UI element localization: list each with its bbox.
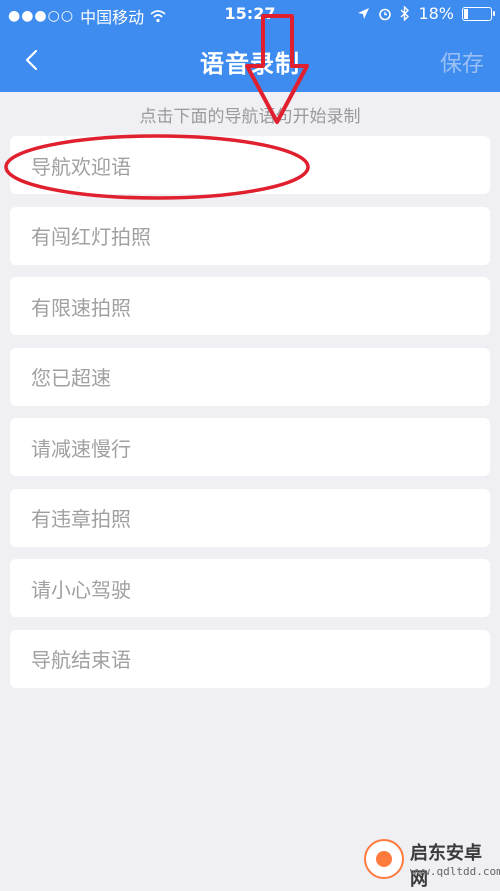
list-item-label: 您已超速 [31,366,111,390]
location-icon [358,8,370,19]
list-item-label: 导航欢迎语 [31,154,131,179]
alarm-icon [379,8,392,20]
list-item-red-light[interactable]: 有闯红灯拍照 [10,206,490,265]
watermark-logo-icon [364,839,404,879]
list-item-label: 有闯红灯拍照 [31,225,151,249]
voice-prompt-list: 导航欢迎语 有闯红灯拍照 有限速拍照 您已超速 请减速慢行 有违章拍照 请小心驾… [10,136,490,700]
page-title: 语音录制 [200,50,300,78]
watermark-url: www.qdltdd.com [410,865,500,878]
list-item-speed-limit[interactable]: 有限速拍照 [10,277,490,335]
bluetooth-icon [400,6,410,21]
list-item-label: 有限速拍照 [31,295,131,320]
battery-icon [462,6,495,21]
list-item-welcome[interactable]: 导航欢迎语 [10,136,490,194]
list-item-violation[interactable]: 有违章拍照 [10,488,490,547]
list-item-label: 有违章拍照 [31,507,131,531]
list-item-label: 请小心驾驶 [31,577,131,602]
instruction-text: 点击下面的导航语句开始录制 [139,107,361,127]
list-item-drive-carefully[interactable]: 请小心驾驶 [10,559,490,617]
save-button[interactable]: 保存 [440,46,484,78]
list-item-label: 请减速慢行 [31,436,131,461]
list-item-end[interactable]: 导航结束语 [10,629,490,688]
navigation-bar: 语音录制 保存 [0,28,500,92]
list-item-overspeed[interactable]: 您已超速 [10,347,490,406]
list-item-slow-down[interactable]: 请减速慢行 [10,418,490,476]
site-watermark: 启东安卓网 www.qdltdd.com [356,829,500,890]
status-bar: ●●●○○ 中国移动 15:27 18% [0,0,500,28]
status-right: 18% [357,4,495,23]
list-item-label: 导航结束语 [31,648,131,672]
battery-percent: 18% [418,4,454,23]
